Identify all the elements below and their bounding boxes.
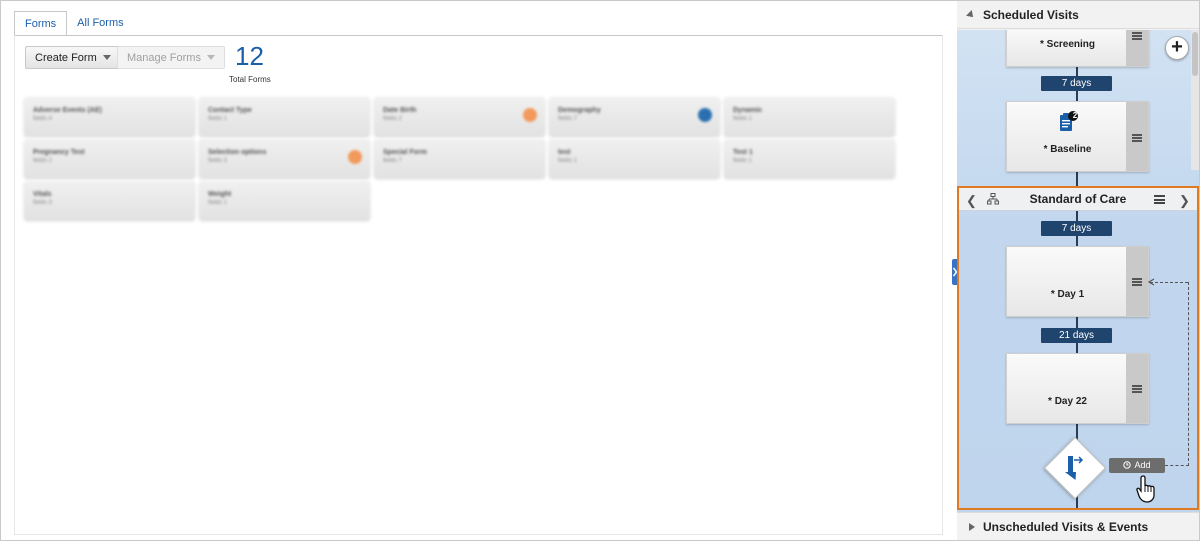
form-card[interactable]: test fields 1 [549, 139, 720, 178]
form-card-title: Weight [208, 191, 232, 198]
form-card-subtitle: fields 7 [383, 158, 403, 164]
form-card[interactable]: Demography fields 7 [549, 97, 720, 136]
form-card-subtitle: fields 1 [208, 116, 228, 122]
expand-triangle-icon [969, 523, 975, 531]
visits-panel: Scheduled Visits * Screening + 7 days 2 … [957, 1, 1199, 540]
form-card-title: Dynamic [733, 107, 763, 114]
scheduled-visits-header[interactable]: Scheduled Visits [957, 1, 1199, 29]
interval-badge: 7 days [1041, 76, 1112, 91]
form-card-subtitle: fields 3 [208, 158, 228, 164]
status-badge [523, 108, 537, 122]
interval-badge: 7 days [1041, 221, 1112, 236]
visit-name: * Baseline [1043, 144, 1092, 155]
form-count-badge: 2 [1072, 111, 1078, 120]
collapse-triangle-icon [966, 10, 976, 20]
menu-icon[interactable] [1132, 134, 1142, 142]
chevron-down-icon [206, 55, 215, 60]
tab-forms[interactable]: Forms [14, 11, 68, 36]
branch-header: ❮ Standard of Care ❯ [959, 188, 1197, 211]
form-card-subtitle: fields 4 [33, 116, 53, 122]
cycle-arrow-icon [1065, 456, 1084, 480]
scrollbar-thumb[interactable] [1192, 32, 1198, 76]
form-card[interactable]: Vitals fields 3 [24, 181, 195, 220]
cycle-connector-line [1150, 282, 1188, 283]
visit-name: * Day 1 [1050, 289, 1085, 300]
form-card-subtitle: fields 7 [558, 116, 578, 122]
form-card-subtitle: fields 2 [383, 116, 403, 122]
create-form-button[interactable]: Create Form [25, 46, 121, 69]
scheduled-visits-title: Scheduled Visits [983, 8, 1079, 22]
total-forms-count: 12 [235, 41, 264, 71]
clock-icon [1123, 461, 1132, 469]
form-card-title: Adverse Events (AE) [33, 107, 102, 114]
form-card-title: Pregnancy Test [33, 149, 85, 156]
menu-icon[interactable] [1132, 32, 1142, 40]
visit-card-day-1[interactable]: * Day 1 [1006, 246, 1149, 317]
cycle-connector-line [1188, 282, 1189, 466]
form-card[interactable]: Test 1 fields 1 [724, 139, 895, 178]
form-card-subtitle: fields 1 [558, 158, 578, 164]
interval-badge: 21 days [1041, 328, 1112, 343]
cycle-connector-line [1165, 465, 1189, 466]
tab-all-forms[interactable]: All Forms [67, 11, 133, 36]
form-card-subtitle: fields 1 [208, 200, 228, 206]
visit-card-screening[interactable]: * Screening [1006, 30, 1149, 67]
menu-icon[interactable] [1132, 278, 1142, 286]
form-card-title: Test 1 [733, 149, 753, 156]
create-form-label: Create Form [35, 52, 97, 64]
form-card-subtitle: fields 1 [733, 116, 753, 122]
form-card[interactable]: Special Form fields 7 [374, 139, 545, 178]
forms-pane: Forms All Forms Create Form Manage Forms… [1, 1, 954, 540]
form-card[interactable]: Weight fields 1 [199, 181, 370, 220]
scrollbar[interactable] [1191, 30, 1199, 170]
add-label: Add [1134, 460, 1151, 470]
form-card-subtitle: fields 1 [733, 158, 753, 164]
status-badge [698, 108, 712, 122]
form-card-title: test [558, 149, 571, 156]
form-card[interactable]: Selection options fields 3 [199, 139, 370, 178]
total-forms-label: Total Forms [229, 75, 271, 84]
form-card[interactable]: Adverse Events (AE) fields 4 [24, 97, 195, 136]
unscheduled-visits-header[interactable]: Unscheduled Visits & Events [957, 512, 1199, 540]
form-card[interactable]: Dynamic fields 1 [724, 97, 895, 136]
add-visit-button[interactable]: + [1165, 36, 1189, 60]
menu-icon[interactable] [1132, 385, 1142, 393]
form-card-subtitle: fields 2 [33, 158, 53, 164]
manage-forms-label: Manage Forms [127, 52, 201, 64]
manage-forms-button: Manage Forms [117, 46, 225, 69]
arrow-left-icon [1147, 278, 1155, 286]
visit-card-baseline[interactable]: 2 * Baseline [1006, 101, 1149, 172]
form-card-title: Demography [558, 107, 601, 114]
form-card-title: Date Birth [383, 107, 417, 114]
add-cycle-button[interactable]: Add [1109, 458, 1165, 473]
form-card[interactable]: Date Birth fields 2 [374, 97, 545, 136]
form-card-title: Vitals [33, 191, 52, 198]
form-card[interactable]: Contact Type fields 1 [199, 97, 370, 136]
visit-card-day-22[interactable]: * Day 22 [1006, 353, 1149, 424]
tab-bar: Forms All Forms [14, 11, 134, 36]
visit-timeline: * Screening + 7 days 2 * Baseline ❮ Stan… [957, 30, 1199, 512]
status-badge [348, 150, 362, 164]
form-card-title: Contact Type [208, 107, 252, 114]
hand-cursor-icon [1136, 475, 1155, 503]
menu-icon[interactable] [1154, 195, 1165, 204]
form-card-title: Selection options [208, 149, 267, 156]
unscheduled-visits-title: Unscheduled Visits & Events [983, 520, 1149, 534]
visit-name: * Screening [1039, 39, 1096, 50]
visit-name: * Day 22 [1048, 396, 1087, 407]
form-card-title: Special Form [383, 149, 427, 156]
chevron-down-icon [102, 55, 111, 60]
form-card[interactable]: Pregnancy Test fields 2 [24, 139, 195, 178]
chevron-right-icon[interactable]: ❯ [1179, 193, 1190, 209]
form-card-subtitle: fields 3 [33, 200, 53, 206]
